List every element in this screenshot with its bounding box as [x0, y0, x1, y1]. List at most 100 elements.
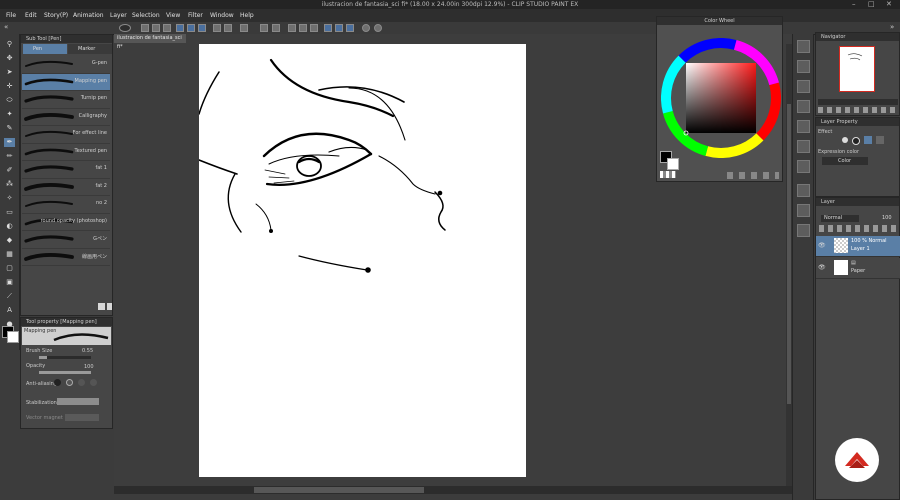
menu-filter[interactable]: Filter: [188, 9, 203, 22]
aa-strong-option[interactable]: [90, 379, 97, 386]
tab-pen[interactable]: Pen: [23, 44, 67, 54]
fill-tool-icon[interactable]: ◆: [4, 236, 15, 245]
minimize-button[interactable]: –: [852, 0, 856, 9]
brush-size-value[interactable]: 0.55: [82, 348, 93, 354]
hue-ring[interactable]: [661, 38, 781, 158]
fill-icon[interactable]: [272, 24, 280, 32]
item-bank-icon[interactable]: [797, 100, 810, 113]
effect-color-icon[interactable]: [864, 136, 872, 144]
expression-color-select[interactable]: Color: [822, 157, 868, 165]
print-icon[interactable]: [198, 24, 206, 32]
zoom-tool-icon[interactable]: ⚲: [4, 40, 15, 49]
menu-view[interactable]: View: [166, 9, 180, 22]
brush-item[interactable]: round opacity (photoshop): [22, 214, 110, 231]
gradient-tool-icon[interactable]: ▦: [4, 250, 15, 259]
color-wheel-options-icons[interactable]: [727, 172, 779, 179]
menu-layer[interactable]: Layer: [110, 9, 127, 22]
navigator-icon[interactable]: [797, 60, 810, 73]
quick-access-icon[interactable]: [797, 140, 810, 153]
tab-marker[interactable]: Marker: [68, 44, 112, 54]
blend-mode-select[interactable]: Normal: [821, 215, 859, 222]
menu-selection[interactable]: Selection: [132, 9, 160, 22]
snap-perspective-icon[interactable]: [346, 24, 354, 32]
menu-help[interactable]: Help: [240, 9, 254, 22]
clip-studio-icon[interactable]: [119, 24, 131, 32]
deselect-icon[interactable]: [299, 24, 307, 32]
auto-select-tool-icon[interactable]: ✦: [4, 110, 15, 119]
brush-item[interactable]: For effect line: [22, 126, 110, 144]
clear-icon[interactable]: [260, 24, 268, 32]
brush-item[interactable]: Textured pen: [22, 144, 110, 161]
export-settings-icon[interactable]: [187, 24, 195, 32]
color-set-icon[interactable]: [797, 184, 810, 197]
vector-magnet-slider[interactable]: [65, 414, 99, 421]
info-icon[interactable]: [374, 24, 382, 32]
transparent-color-swatch[interactable]: [660, 171, 676, 178]
brush-item[interactable]: 線画用ペン: [22, 249, 110, 266]
brush-item[interactable]: Turnip pen: [22, 91, 110, 109]
navigator-controls[interactable]: [818, 107, 898, 113]
stabilization-slider[interactable]: [57, 398, 99, 405]
opacity-slider[interactable]: [39, 371, 91, 374]
new-file-icon[interactable]: [141, 24, 149, 32]
layer-row[interactable]: 👁 100 % Normal Layer 1: [816, 236, 900, 257]
delete-subtool-icon[interactable]: [107, 303, 112, 310]
close-button[interactable]: ✕: [886, 0, 892, 9]
brush-item[interactable]: Mapping pen: [22, 73, 110, 91]
snap-ruler-icon[interactable]: [324, 24, 332, 32]
sub-view-icon[interactable]: [797, 80, 810, 93]
move-layer-tool-icon[interactable]: ✛: [4, 82, 15, 91]
menu-story[interactable]: Story(P): [44, 9, 68, 22]
redo-icon[interactable]: [224, 24, 232, 32]
undo-icon[interactable]: [213, 24, 221, 32]
text-tool-icon[interactable]: A: [4, 306, 15, 315]
add-subtool-icon[interactable]: [98, 303, 105, 310]
operation-tool-icon[interactable]: ➤: [4, 68, 15, 77]
navigator-zoom-slider[interactable]: [818, 99, 898, 105]
opacity-value[interactable]: 100: [84, 364, 94, 370]
frame-tool-icon[interactable]: ▣: [4, 278, 15, 287]
brush-item[interactable]: G-pen: [22, 56, 110, 74]
horizontal-scroll-thumb[interactable]: [254, 487, 424, 493]
save-icon[interactable]: [163, 24, 171, 32]
invert-selection-icon[interactable]: [310, 24, 318, 32]
material-icon[interactable]: [797, 40, 810, 53]
eraser-tool-icon[interactable]: ▭: [4, 208, 15, 217]
airbrush-tool-icon[interactable]: ⁂: [4, 180, 15, 189]
menu-file[interactable]: File: [6, 9, 16, 22]
pen-tool-icon[interactable]: ✒: [4, 138, 15, 147]
move-tool-icon[interactable]: ✥: [4, 54, 15, 63]
decoration-tool-icon[interactable]: ✧: [4, 194, 15, 203]
effect-border-icon[interactable]: [842, 137, 848, 143]
brush-item[interactable]: fat 2: [22, 179, 110, 196]
document-tab[interactable]: ilustracion de fantasia_sci fi*: [114, 34, 186, 50]
menu-edit[interactable]: Edit: [25, 9, 37, 22]
export-icon[interactable]: [176, 24, 184, 32]
open-file-icon[interactable]: [152, 24, 160, 32]
brush-item[interactable]: no 2: [22, 196, 110, 214]
animation-icon[interactable]: [797, 224, 810, 237]
transform-icon[interactable]: [240, 24, 248, 32]
aa-medium-option[interactable]: [78, 379, 85, 386]
collapse-left-icon[interactable]: «: [4, 23, 8, 31]
help-icon[interactable]: [362, 24, 370, 32]
selection-tool-icon[interactable]: ⬭: [4, 96, 15, 105]
vertical-scroll-thumb[interactable]: [787, 104, 791, 404]
brush-item[interactable]: fat 1: [22, 161, 110, 179]
select-all-icon[interactable]: [288, 24, 296, 32]
sub-color-swatch[interactable]: [7, 331, 19, 343]
layer-search-icon[interactable]: [797, 160, 810, 173]
maximize-button[interactable]: □: [868, 0, 875, 9]
history-icon[interactable]: [797, 120, 810, 133]
figure-tool-icon[interactable]: ▢: [4, 264, 15, 273]
drawing-canvas[interactable]: [198, 44, 526, 477]
menu-animation[interactable]: Animation: [73, 9, 104, 22]
layer-toolbar[interactable]: [819, 225, 897, 232]
snap-grid-icon[interactable]: [335, 24, 343, 32]
effect-tone-icon[interactable]: [852, 137, 860, 145]
eyedropper-tool-icon[interactable]: ✎: [4, 124, 15, 133]
effect-extract-icon[interactable]: [876, 136, 884, 144]
color-history-icon[interactable]: [797, 204, 810, 217]
layer-opacity-value[interactable]: 100: [882, 215, 892, 221]
brush-item[interactable]: Calligraphy: [22, 109, 110, 126]
